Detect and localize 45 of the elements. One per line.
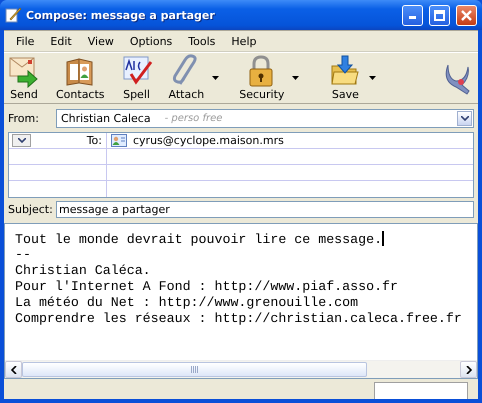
- close-button[interactable]: [456, 4, 477, 26]
- message-line: La météo du Net : http://www.grenouille.com: [15, 295, 358, 310]
- field-label: Subject:: [8, 203, 50, 216]
- horizontal-scrollbar[interactable]: [5, 360, 477, 378]
- sender-dropdown[interactable]: Christian Caleca - perso free: [56, 109, 474, 128]
- message-line: Pour l'Internet A Fond : http://www.piaf.asso.fr: [15, 279, 398, 294]
- maximize-button[interactable]: [429, 4, 450, 26]
- message-line: --: [15, 247, 31, 262]
- message-line: Tout le monde devrait pouvoir lire ce message.: [15, 232, 382, 247]
- dropdown-arrow-icon[interactable]: [369, 76, 376, 80]
- maximize-icon: [434, 10, 445, 20]
- scroll-left-icon: [10, 366, 16, 374]
- toolbar-button[interactable]: Attach: [156, 53, 228, 103]
- message-line: Christian Caléca.: [15, 263, 151, 278]
- grip-icon: [191, 366, 198, 373]
- message-line: Comprendre les réseaux : http://christian.caleca.free.fr: [15, 311, 462, 326]
- toolbar-button[interactable]: Contacts: [44, 53, 109, 103]
- window-title: Compose: message a partager: [26, 8, 216, 22]
- menu-item[interactable]: File: [8, 34, 42, 48]
- recipient-type[interactable]: To:: [86, 134, 102, 147]
- chevron-down-icon: [18, 138, 26, 143]
- recipient-type-cell[interactable]: [9, 149, 107, 165]
- menu-item[interactable]: Edit: [42, 34, 80, 48]
- toolbar-button[interactable]: Send: [4, 53, 44, 103]
- compose-icon: [4, 6, 22, 24]
- menu-item[interactable]: Options: [122, 34, 180, 48]
- toolbar-button[interactable]: Security: [227, 53, 308, 103]
- field-label: From:: [8, 112, 40, 125]
- subject-field[interactable]: message a partager: [56, 201, 474, 218]
- menu-item[interactable]: Tools: [180, 34, 224, 48]
- text-cursor: [382, 231, 384, 246]
- menu-item[interactable]: Help: [223, 34, 264, 48]
- close-icon: [461, 10, 472, 20]
- toolbar-button[interactable]: Spell: [108, 53, 157, 103]
- dropdown-arrow-icon[interactable]: [292, 76, 300, 80]
- chevron-down-icon: [460, 116, 468, 121]
- recipient-type-dropdown[interactable]: [12, 134, 31, 147]
- scroll-right-icon: [466, 366, 472, 374]
- recipient-type-cell[interactable]: [9, 165, 107, 181]
- dropdown-arrow-icon[interactable]: [212, 76, 220, 80]
- recipient-address[interactable]: cyrus@cyclope.maison.mrs: [133, 134, 284, 147]
- menu-item[interactable]: View: [80, 34, 122, 48]
- minimize-button[interactable]: [402, 4, 423, 26]
- contact-card-icon: [111, 134, 127, 147]
- toolbar-button[interactable]: Save: [307, 53, 384, 103]
